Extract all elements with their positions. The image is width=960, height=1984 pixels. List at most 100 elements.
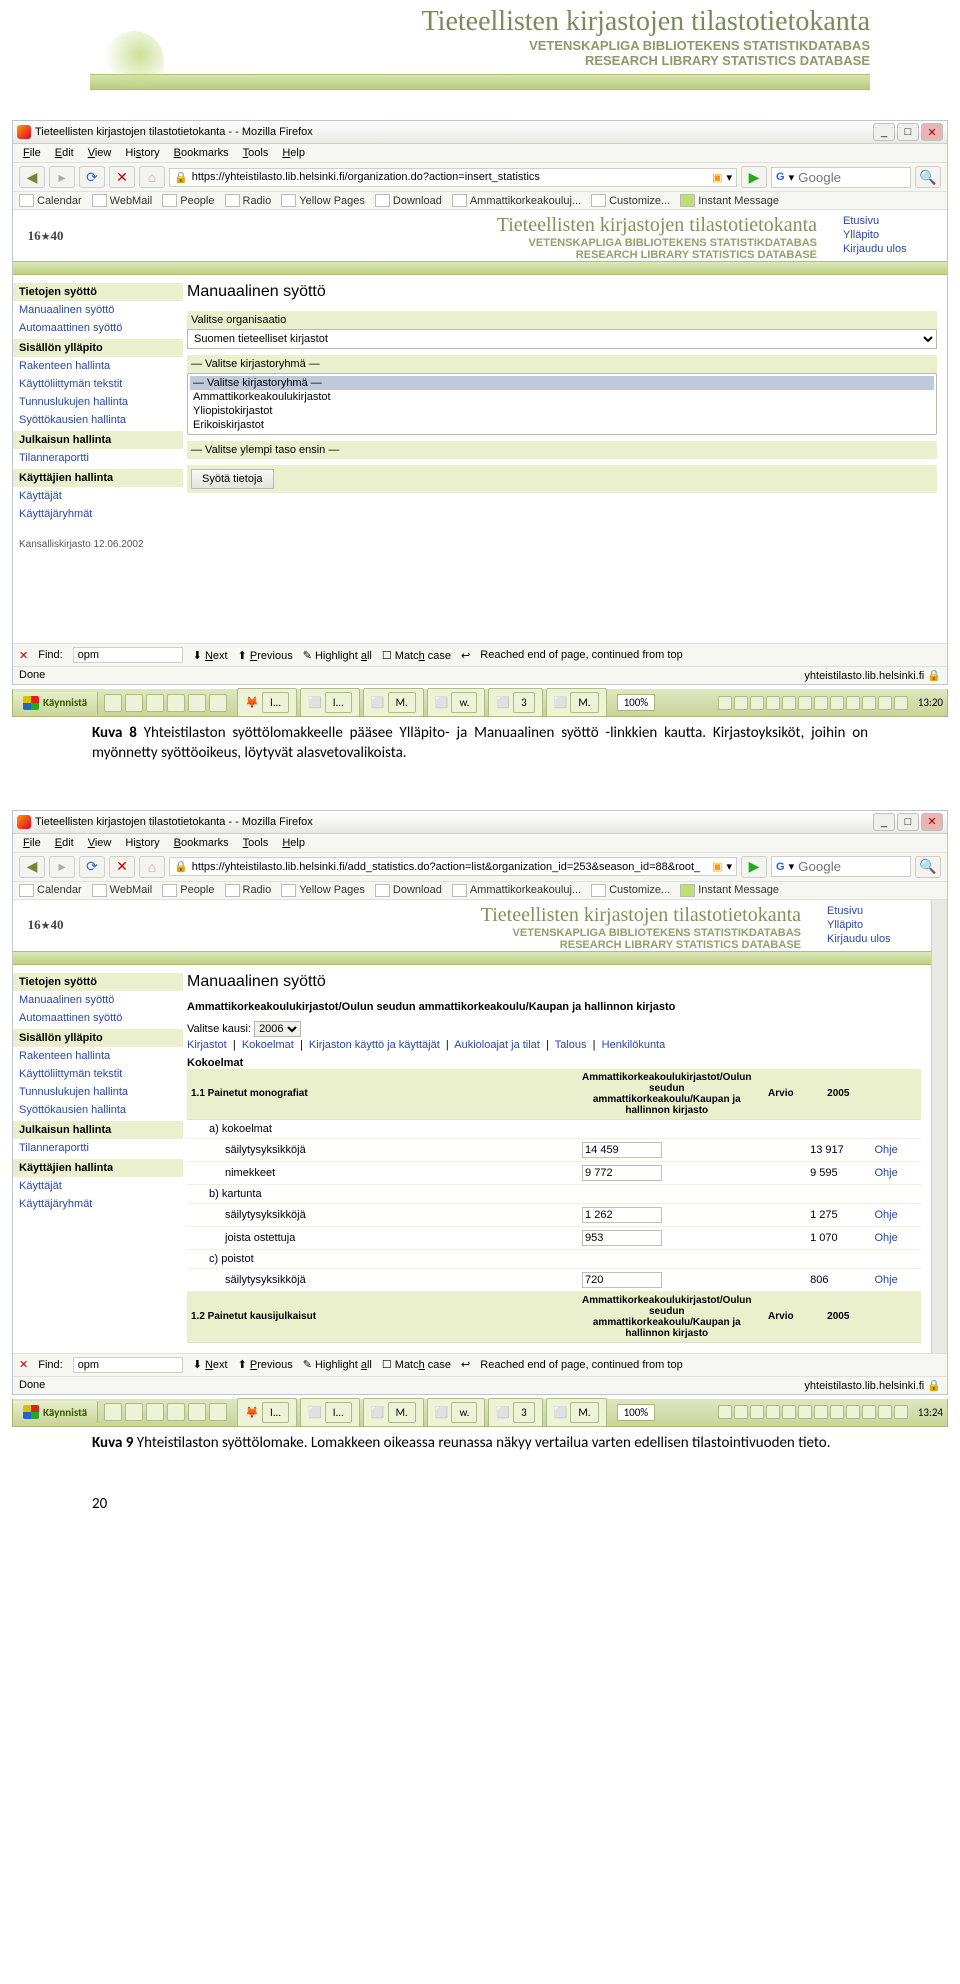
bm-customize[interactable]: Customize... [591, 194, 670, 207]
menu-bar[interactable]: FFileile Edit View History Bookmarks Too… [13, 144, 947, 163]
value-input[interactable] [582, 1142, 662, 1158]
findbar-close-icon[interactable]: ✕ [19, 1358, 28, 1371]
minimize-button[interactable]: _ [873, 813, 895, 831]
task-item[interactable]: ⬜ w. [427, 688, 486, 717]
forward-button[interactable]: ▸ [49, 856, 75, 878]
find-highlight[interactable]: ✎ Highlight all [303, 1358, 372, 1371]
forward-button[interactable]: ▸ [49, 166, 75, 188]
submit-button[interactable]: Syötä tietoja [191, 469, 274, 489]
maximize-button[interactable]: □ [897, 813, 919, 831]
search-input[interactable] [798, 170, 878, 185]
find-next[interactable]: ⬇ Next [193, 1358, 228, 1371]
tab-kirjastot[interactable]: Kirjastot [187, 1039, 227, 1051]
menu-bookmarks[interactable]: Bookmarks [170, 147, 233, 159]
maximize-button[interactable]: □ [897, 123, 919, 141]
sidebar-syottokausien[interactable]: Syöttökausien hallinta [13, 411, 183, 429]
minimize-button[interactable]: _ [873, 123, 895, 141]
nav-yllapito[interactable]: Ylläpito [827, 918, 931, 932]
value-input[interactable] [582, 1165, 662, 1181]
ohje-link[interactable]: Ohje [875, 1232, 898, 1244]
find-prev[interactable]: ⬆ Previous [238, 649, 293, 662]
menu-edit[interactable]: Edit [51, 147, 78, 159]
bm-calendar[interactable]: Calendar [19, 194, 82, 207]
close-button[interactable]: ✕ [921, 813, 943, 831]
sidebar-kayttajaryhmat[interactable]: Käyttäjäryhmät [13, 505, 183, 523]
sidebar-kayttajat[interactable]: Käyttäjät [13, 487, 183, 505]
rss-icon[interactable]: ▣ [712, 171, 722, 184]
zoom-indicator[interactable]: 100% [617, 1404, 656, 1421]
bookmarks-toolbar[interactable]: Calendar WebMail People Radio Yellow Pag… [13, 882, 947, 900]
go-button[interactable]: ▶ [741, 856, 767, 878]
task-item[interactable]: ⬜ w. [427, 1398, 486, 1427]
task-item[interactable]: ⬜ M. [363, 1398, 424, 1427]
value-input[interactable] [582, 1207, 662, 1223]
url-bar[interactable]: 🔒 ▣ ▾ [169, 857, 737, 876]
menu-view[interactable]: View [84, 147, 116, 159]
reload-button[interactable]: ⟳ [79, 856, 105, 878]
find-highlight[interactable]: ✎ Highlight all [303, 649, 372, 662]
windows-taskbar-2[interactable]: Käynnistä 🦊 I... ⬜ I... ⬜ M. ⬜ w. ⬜ 3 ⬜ … [12, 1399, 948, 1427]
nav-etusivu[interactable]: Etusivu [843, 214, 947, 228]
url-bar[interactable]: 🔒 ▣ ▾ [169, 168, 737, 187]
task-item[interactable]: ⬜ I... [300, 1398, 360, 1427]
stop-button[interactable]: ✕ [109, 856, 135, 878]
task-item[interactable]: ⬜ M. [546, 688, 607, 717]
find-input[interactable] [73, 647, 183, 663]
find-bar[interactable]: ✕ Find: ⬇ Next ⬆ Previous ✎ Highlight al… [13, 1353, 947, 1376]
menu-help[interactable]: Help [278, 147, 309, 159]
ohje-link[interactable]: Ohje [875, 1209, 898, 1221]
start-button[interactable]: Käynnistä [13, 1401, 98, 1423]
menu-file[interactable]: FFileile [19, 147, 45, 159]
tab-henkilokunta[interactable]: Henkilökunta [602, 1039, 666, 1051]
reload-button[interactable]: ⟳ [79, 166, 105, 188]
findbar-close-icon[interactable]: ✕ [19, 649, 28, 662]
start-button[interactable]: Käynnistä [13, 692, 98, 714]
tab-talous[interactable]: Talous [555, 1039, 587, 1051]
back-button[interactable]: ◀ [19, 166, 45, 188]
task-item[interactable]: 🦊 I... [237, 688, 297, 717]
value-input[interactable] [582, 1272, 662, 1288]
url-dropdown-icon[interactable]: ▾ [726, 860, 732, 873]
sidebar-rakenteen[interactable]: Rakenteen hallinta [13, 357, 183, 375]
url-dropdown-icon[interactable]: ▾ [726, 171, 732, 184]
task-item[interactable]: ⬜ M. [363, 688, 424, 717]
search-go-icon[interactable]: 🔍 [915, 856, 941, 878]
close-button[interactable]: ✕ [921, 123, 943, 141]
task-item[interactable]: ⬜ M. [546, 1398, 607, 1427]
ohje-link[interactable]: Ohje [875, 1167, 898, 1179]
find-matchcase[interactable]: ☐ Match case [382, 1358, 451, 1371]
bm-yellowpages[interactable]: Yellow Pages [281, 194, 365, 207]
find-prev[interactable]: ⬆ Previous [238, 1358, 293, 1371]
go-button[interactable]: ▶ [741, 166, 767, 188]
sidebar-tunnuslukujen[interactable]: Tunnuslukujen hallinta [13, 393, 183, 411]
select-kausi[interactable]: 2006 [254, 1021, 301, 1037]
back-button[interactable]: ◀ [19, 856, 45, 878]
find-next[interactable]: ⬇ Next [193, 649, 228, 662]
menu-history[interactable]: History [121, 147, 163, 159]
search-box[interactable]: G▾ [771, 167, 911, 188]
home-button[interactable]: ⌂ [139, 166, 165, 188]
url-input[interactable] [192, 861, 708, 873]
url-input[interactable] [192, 171, 708, 183]
tab-kokoelmat[interactable]: Kokoelmat [242, 1039, 294, 1051]
select-organisaatio[interactable]: Suomen tieteelliset kirjastot [187, 329, 937, 349]
task-item[interactable]: 🦊 I... [237, 1398, 297, 1427]
menu-bar[interactable]: FileEditViewHistoryBookmarksToolsHelp [13, 834, 947, 853]
bm-webmail[interactable]: WebMail [92, 194, 153, 207]
value-input[interactable] [582, 1230, 662, 1246]
zoom-indicator[interactable]: 100% [617, 694, 656, 711]
find-matchcase[interactable]: ☐ Match case [382, 649, 451, 662]
task-item[interactable]: ⬜ 3 [488, 688, 542, 717]
bm-download[interactable]: Download [375, 194, 442, 207]
bm-amk[interactable]: Ammattikorkeakouluj... [452, 194, 581, 207]
listbox-kirjastoryhma[interactable]: — Valitse kirjastoryhmä — Ammattikorkeak… [187, 373, 937, 435]
sidebar-tilanneraportti[interactable]: Tilanneraportti [13, 449, 183, 467]
task-item[interactable]: ⬜ 3 [488, 1398, 542, 1427]
home-button[interactable]: ⌂ [139, 856, 165, 878]
sidebar-kayttoliittyman[interactable]: Käyttöliittymän tekstit [13, 375, 183, 393]
find-bar[interactable]: ✕ Find: ⬇ Next ⬆ Previous ✎ Highlight al… [13, 643, 947, 666]
ohje-link[interactable]: Ohje [875, 1274, 898, 1286]
bookmarks-toolbar[interactable]: Calendar WebMail People Radio Yellow Pag… [13, 192, 947, 210]
nav-kirjaudu-ulos[interactable]: Kirjaudu ulos [827, 932, 931, 946]
ohje-link[interactable]: Ohje [875, 1144, 898, 1156]
